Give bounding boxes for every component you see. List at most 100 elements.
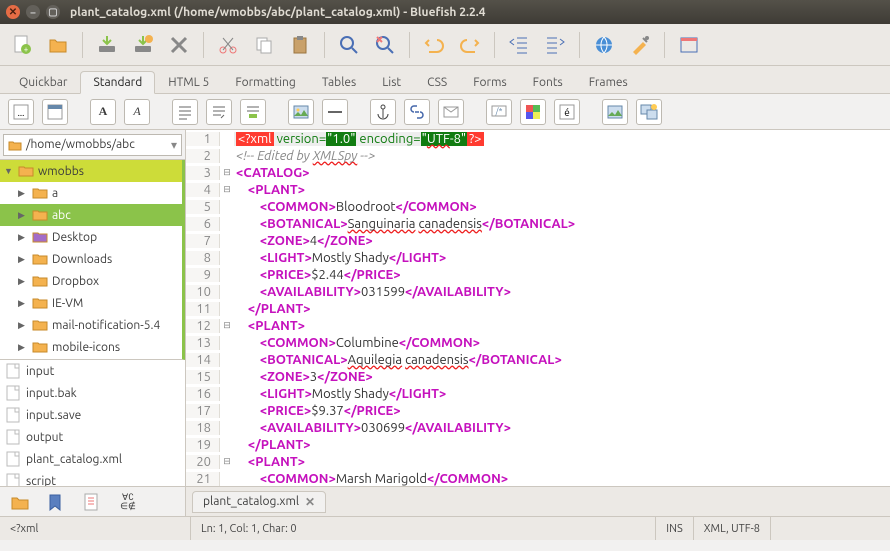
filebrowser-icon[interactable] — [6, 488, 34, 516]
tree-node[interactable]: ▶ Dropbox — [0, 270, 182, 292]
anchor-icon[interactable] — [370, 99, 396, 125]
tree-node[interactable]: ▶ IE-VM — [0, 292, 182, 314]
preferences-button[interactable] — [626, 31, 654, 59]
window-min-btn[interactable]: – — [26, 5, 40, 19]
new-file-button[interactable]: + — [8, 31, 36, 59]
break-icon[interactable] — [206, 99, 232, 125]
code-line[interactable]: 6 <BOTANICAL>Sanguinaria canadensis</BOT… — [186, 215, 890, 232]
italic-icon[interactable]: A — [124, 99, 150, 125]
file-tab[interactable]: plant_catalog.xml ✕ — [192, 491, 326, 513]
toolbar-tab-forms[interactable]: Forms — [460, 71, 519, 93]
nbsp-icon[interactable] — [240, 99, 266, 125]
close-file-button[interactable] — [165, 31, 193, 59]
hr-icon[interactable] — [322, 99, 348, 125]
toolbar-tab-html-5[interactable]: HTML 5 — [155, 71, 222, 93]
save-as-button[interactable] — [129, 31, 157, 59]
code-line[interactable]: 10 <AVAILABILITY>031599</AVAILABILITY> — [186, 283, 890, 300]
file-item[interactable]: input.save — [0, 404, 185, 426]
find-replace-button[interactable] — [371, 31, 399, 59]
image-insert-icon[interactable] — [288, 99, 314, 125]
code-line[interactable]: 9 <PRICE>$2.44</PRICE> — [186, 266, 890, 283]
expand-icon[interactable]: ▶ — [18, 276, 28, 287]
expand-icon[interactable]: ▶ — [18, 342, 28, 353]
code-line[interactable]: 5 <COMMON>Bloodroot</COMMON> — [186, 198, 890, 215]
bookmarks-icon[interactable] — [42, 488, 70, 516]
thumbnail-icon[interactable] — [602, 99, 628, 125]
code-line[interactable]: 3 ⊟ <CATALOG> — [186, 164, 890, 181]
status-encoding[interactable]: XML, UTF-8 — [693, 517, 770, 540]
expand-icon[interactable]: ▶ — [18, 210, 28, 221]
code-line[interactable]: 12 ⊟ <PLANT> — [186, 317, 890, 334]
browser-preview-button[interactable] — [590, 31, 618, 59]
fold-toggle[interactable]: ⊟ — [220, 167, 234, 178]
toolbar-tab-fonts[interactable]: Fonts — [520, 71, 576, 93]
file-item[interactable]: input — [0, 360, 185, 382]
toolbar-tab-quickbar[interactable]: Quickbar — [6, 71, 80, 93]
bold-icon[interactable]: A — [90, 99, 116, 125]
body-icon[interactable] — [42, 99, 68, 125]
file-item[interactable]: script — [0, 470, 185, 486]
fold-toggle[interactable]: ⊟ — [220, 456, 234, 467]
paragraph-icon[interactable] — [172, 99, 198, 125]
indent-button[interactable] — [541, 31, 569, 59]
cut-button[interactable] — [214, 31, 242, 59]
code-line[interactable]: 16 <LIGHT>Mostly Shady</LIGHT> — [186, 385, 890, 402]
undo-button[interactable] — [420, 31, 448, 59]
code-line[interactable]: 2 <!-- Edited by XMLSpy --> — [186, 147, 890, 164]
path-input[interactable]: /home/wmobbs/abc ▾ — [3, 134, 182, 156]
unindent-button[interactable] — [505, 31, 533, 59]
save-button[interactable] — [93, 31, 121, 59]
tree-node[interactable]: ▶ mobile-icons — [0, 336, 182, 358]
tree-node[interactable]: ▼ wmobbs — [0, 160, 182, 182]
redo-button[interactable] — [456, 31, 484, 59]
expand-icon[interactable]: ▶ — [18, 298, 28, 309]
tree-node[interactable]: ▶ a — [0, 182, 182, 204]
chars-icon[interactable]: é — [554, 99, 580, 125]
code-line[interactable]: 18 <AVAILABILITY>030699</AVAILABILITY> — [186, 419, 890, 436]
email-icon[interactable] — [438, 99, 464, 125]
code-area[interactable]: 1 <?xml version="1.0" encoding="UTF-8"?>… — [186, 130, 890, 486]
expand-icon[interactable]: ▼ — [4, 166, 14, 176]
fullscreen-button[interactable] — [675, 31, 703, 59]
window-max-btn[interactable]: ▢ — [46, 5, 60, 19]
toolbar-tab-tables[interactable]: Tables — [309, 71, 369, 93]
file-item[interactable]: plant_catalog.xml — [0, 448, 185, 470]
code-line[interactable]: 1 <?xml version="1.0" encoding="UTF-8"?> — [186, 130, 890, 147]
color-icon[interactable] — [520, 99, 546, 125]
toolbar-tab-frames[interactable]: Frames — [576, 71, 641, 93]
code-line[interactable]: 4 ⊟ <PLANT> — [186, 181, 890, 198]
quickstart-icon[interactable]: ... — [8, 99, 34, 125]
snippets-icon[interactable] — [78, 488, 106, 516]
close-tab-icon[interactable]: ✕ — [305, 495, 315, 509]
tree-node[interactable]: ▶ abc — [0, 204, 182, 226]
expand-icon[interactable]: ▶ — [18, 254, 28, 265]
code-line[interactable]: 8 <LIGHT>Mostly Shady</LIGHT> — [186, 249, 890, 266]
folder-tree[interactable]: ▼ wmobbs▶ a▶ abc▶ Desktop▶ Downloads▶ Dr… — [0, 160, 185, 360]
paste-button[interactable] — [286, 31, 314, 59]
fold-toggle[interactable]: ⊟ — [220, 320, 234, 331]
file-item[interactable]: output — [0, 426, 185, 448]
tree-node[interactable]: ▶ Desktop — [0, 226, 182, 248]
charmap-icon[interactable]: ∀∁∈∉ — [114, 488, 142, 516]
multi-thumbnail-icon[interactable] — [636, 99, 662, 125]
code-line[interactable]: 13 <COMMON>Columbine</COMMON> — [186, 334, 890, 351]
fold-toggle[interactable]: ⊟ — [220, 184, 234, 195]
code-line[interactable]: 21 <COMMON>Marsh Marigold</COMMON> — [186, 470, 890, 486]
code-line[interactable]: 15 <ZONE>3</ZONE> — [186, 368, 890, 385]
open-file-button[interactable] — [44, 31, 72, 59]
code-line[interactable]: 7 <ZONE>4</ZONE> — [186, 232, 890, 249]
code-line[interactable]: 19 </PLANT> — [186, 436, 890, 453]
expand-icon[interactable]: ▶ — [18, 188, 28, 199]
code-line[interactable]: 17 <PRICE>$9.37</PRICE> — [186, 402, 890, 419]
code-line[interactable]: 14 <BOTANICAL>Aquilegia canadensis</BOTA… — [186, 351, 890, 368]
code-line[interactable]: 11 </PLANT> — [186, 300, 890, 317]
copy-button[interactable] — [250, 31, 278, 59]
expand-icon[interactable]: ▶ — [18, 320, 28, 331]
tree-node[interactable]: ▶ Downloads — [0, 248, 182, 270]
file-item[interactable]: input.bak — [0, 382, 185, 404]
comment-icon[interactable]: /* — [486, 99, 512, 125]
toolbar-tab-standard[interactable]: Standard — [80, 71, 155, 94]
find-button[interactable] — [335, 31, 363, 59]
window-close-btn[interactable]: ✕ — [6, 5, 20, 19]
status-insert-mode[interactable]: INS — [655, 517, 692, 540]
